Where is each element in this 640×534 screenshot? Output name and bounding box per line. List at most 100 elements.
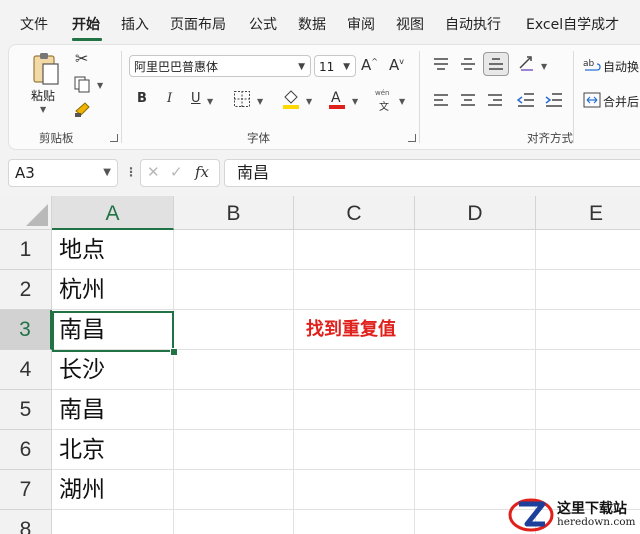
copy-dropdown-chevron[interactable]: ▼ bbox=[97, 81, 103, 90]
tab-formulas[interactable]: 公式 bbox=[249, 14, 277, 34]
tab-view[interactable]: 视图 bbox=[396, 14, 424, 34]
font-name-value: 阿里巴巴普惠体 bbox=[134, 60, 219, 74]
cell-a4[interactable]: 长沙 bbox=[59, 350, 105, 390]
column-header-e[interactable]: E bbox=[536, 196, 640, 230]
align-center-icon[interactable] bbox=[460, 93, 476, 107]
gridline bbox=[52, 469, 640, 470]
orientation-dropdown-chevron[interactable]: ▼ bbox=[541, 62, 547, 71]
cut-icon[interactable]: ✂ bbox=[75, 49, 88, 68]
cell-a7[interactable]: 湖州 bbox=[59, 470, 105, 510]
tab-automate[interactable]: 自动执行 bbox=[445, 14, 501, 34]
row-header-7[interactable]: 7 bbox=[0, 470, 52, 510]
border-icon[interactable] bbox=[233, 90, 251, 108]
underline-button[interactable]: U bbox=[191, 91, 201, 106]
cell-a5[interactable]: 南昌 bbox=[59, 390, 105, 430]
gridline bbox=[414, 230, 415, 534]
merge-center-icon[interactable] bbox=[583, 92, 601, 108]
group-divider bbox=[573, 51, 574, 143]
active-cell-border bbox=[52, 311, 174, 352]
phonetic-icon[interactable]: wén bbox=[375, 89, 389, 97]
row-header-8[interactable]: 8 bbox=[0, 510, 52, 534]
align-bottom-icon bbox=[489, 58, 503, 70]
fill-color-icon[interactable] bbox=[281, 88, 301, 110]
chevron-down-icon: ▼ bbox=[103, 167, 111, 178]
phonetic-label: 文 bbox=[379, 102, 389, 113]
align-bottom-button[interactable] bbox=[483, 52, 509, 76]
paste-dropdown-chevron[interactable]: ▼ bbox=[40, 105, 46, 114]
menu-bar: 文件 开始 插入 页面布局 公式 数据 审阅 视图 自动执行 Excel自学成才 bbox=[0, 0, 640, 44]
align-top-icon[interactable] bbox=[433, 57, 449, 71]
tab-page-layout[interactable]: 页面布局 bbox=[170, 14, 226, 34]
tab-insert[interactable]: 插入 bbox=[121, 14, 149, 34]
watermark-url: heredown.com bbox=[557, 516, 636, 528]
tab-review[interactable]: 审阅 bbox=[347, 14, 375, 34]
wrap-text-label[interactable]: 自动换 bbox=[603, 58, 639, 75]
phonetic-dropdown-chevron[interactable]: ▼ bbox=[399, 97, 405, 106]
tab-file[interactable]: 文件 bbox=[20, 14, 48, 34]
chevron-down-icon: ▼ bbox=[298, 62, 305, 72]
font-size-select[interactable]: 11 ▼ bbox=[314, 55, 356, 77]
border-dropdown-chevron[interactable]: ▼ bbox=[257, 97, 263, 106]
name-box-value: A3 bbox=[15, 164, 35, 182]
column-header-c[interactable]: C bbox=[294, 196, 415, 230]
underline-dropdown-chevron[interactable]: ▼ bbox=[207, 97, 213, 106]
name-box[interactable]: A3 ▼ bbox=[8, 159, 118, 187]
clipboard-launcher-icon[interactable] bbox=[110, 134, 118, 142]
row-header-1[interactable]: 1 bbox=[0, 230, 52, 270]
paste-label[interactable]: 粘贴 bbox=[31, 87, 55, 104]
column-header-a[interactable]: A bbox=[52, 196, 174, 230]
cell-a6[interactable]: 北京 bbox=[59, 430, 105, 470]
row-header-2[interactable]: 2 bbox=[0, 270, 52, 310]
row-header-3[interactable]: 3 bbox=[0, 310, 52, 350]
font-name-select[interactable]: 阿里巴巴普惠体 ▼ bbox=[129, 55, 311, 77]
shrink-font-icon[interactable]: Av bbox=[389, 56, 404, 74]
ribbon: 粘贴 ▼ ✂ ▼ 剪贴板 阿里巴巴普惠体 ▼ 11 ▼ A^ Av B I U … bbox=[0, 44, 640, 150]
gridline bbox=[52, 389, 640, 390]
spreadsheet-grid: A B C D E 1 2 3 4 5 6 7 8 地点 杭州 南昌 长沙 南昌… bbox=[0, 196, 640, 534]
font-color-dropdown-chevron[interactable]: ▼ bbox=[352, 97, 358, 106]
format-painter-icon[interactable] bbox=[73, 101, 93, 119]
select-all-button[interactable] bbox=[0, 196, 52, 230]
watermark: 这里下载站 heredown.com bbox=[505, 494, 640, 534]
font-launcher-icon[interactable] bbox=[408, 134, 416, 142]
cancel-icon[interactable]: ✕ bbox=[147, 163, 160, 181]
gridline bbox=[173, 230, 174, 534]
svg-text:A: A bbox=[331, 90, 341, 106]
watermark-title: 这里下载站 bbox=[557, 501, 627, 517]
enter-icon[interactable]: ✓ bbox=[170, 163, 183, 181]
column-header-b[interactable]: B bbox=[174, 196, 294, 230]
ribbon-panel: 粘贴 ▼ ✂ ▼ 剪贴板 阿里巴巴普惠体 ▼ 11 ▼ A^ Av B I U … bbox=[8, 44, 640, 150]
row-header-4[interactable]: 4 bbox=[0, 350, 52, 390]
orientation-icon[interactable] bbox=[517, 53, 537, 73]
column-header-d[interactable]: D bbox=[415, 196, 536, 230]
formula-input[interactable]: 南昌 bbox=[224, 159, 640, 187]
tab-home[interactable]: 开始 bbox=[72, 14, 100, 34]
cell-a1[interactable]: 地点 bbox=[59, 230, 105, 270]
fill-color-dropdown-chevron[interactable]: ▼ bbox=[306, 97, 312, 106]
tab-data[interactable]: 数据 bbox=[298, 14, 326, 34]
copy-icon[interactable] bbox=[73, 75, 91, 93]
more-options-icon[interactable]: ⋮ bbox=[125, 165, 137, 179]
font-group-label: 字体 bbox=[247, 131, 270, 145]
cell-a2[interactable]: 杭州 bbox=[59, 270, 105, 310]
fill-handle[interactable] bbox=[170, 348, 178, 356]
bold-button[interactable]: B bbox=[137, 91, 147, 106]
merge-center-label[interactable]: 合并后 bbox=[603, 93, 639, 110]
tab-excel-self-study[interactable]: Excel自学成才 bbox=[526, 14, 619, 34]
paste-icon[interactable] bbox=[31, 51, 61, 87]
align-left-icon[interactable] bbox=[433, 93, 449, 107]
font-color-icon[interactable]: A bbox=[327, 88, 347, 110]
align-middle-icon[interactable] bbox=[460, 57, 476, 71]
decrease-indent-icon[interactable] bbox=[517, 92, 535, 108]
increase-indent-icon[interactable] bbox=[545, 92, 563, 108]
align-right-icon[interactable] bbox=[487, 93, 503, 107]
select-all-triangle-icon bbox=[26, 204, 48, 226]
wrap-text-icon[interactable]: ab bbox=[583, 56, 601, 74]
cell-c3-note[interactable]: 找到重复值 bbox=[306, 310, 396, 350]
row-header-6[interactable]: 6 bbox=[0, 430, 52, 470]
grow-font-icon[interactable]: A^ bbox=[361, 56, 378, 74]
insert-function-button[interactable]: fx bbox=[195, 163, 209, 181]
italic-button[interactable]: I bbox=[167, 91, 172, 106]
row-header-5[interactable]: 5 bbox=[0, 390, 52, 430]
alignment-group-label: 对齐方式 bbox=[527, 131, 573, 145]
